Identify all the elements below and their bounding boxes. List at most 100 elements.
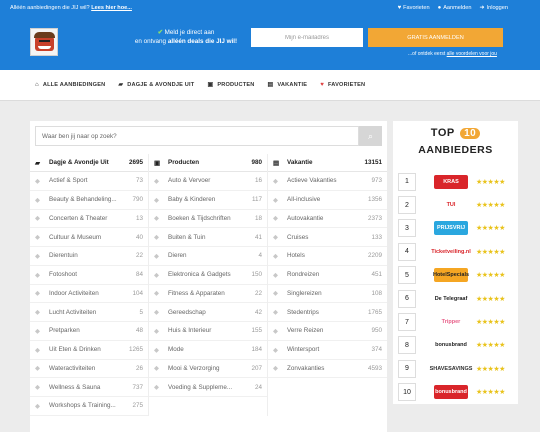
email-field[interactable] xyxy=(251,28,363,47)
category-label: Lucht Activiteiten xyxy=(49,308,97,316)
logo-mascot-grin xyxy=(38,46,51,49)
topbar-notice-link[interactable]: Lees hier hoe... xyxy=(91,5,132,11)
category-icon: ◆ xyxy=(35,384,40,392)
top10-row[interactable]: 2 TUI ★★★★★ xyxy=(398,193,515,216)
category-label: Autovakantie xyxy=(287,214,324,222)
category-row[interactable]: ◆ Pretparken 48 xyxy=(30,322,148,341)
search-input[interactable] xyxy=(35,126,359,146)
top10-row[interactable]: 4 Ticketveiling.nl ★★★★★ xyxy=(398,240,515,263)
top10-row[interactable]: 7 Tripper ★★★★★ xyxy=(398,310,515,333)
nav-item-products[interactable]: ▣ PRODUCTEN xyxy=(207,82,254,88)
category-row[interactable]: ◆ Auto & Vervoer 16 xyxy=(149,172,267,191)
advantages-link[interactable]: alle voordelen voor jou xyxy=(447,51,497,57)
nav-item-all-deals[interactable]: ⌂ ALLE AANBIEDINGEN xyxy=(35,82,105,88)
category-row[interactable]: ◆ Boeken & Tijdschriften 18 xyxy=(149,210,267,229)
category-count: 16 xyxy=(254,177,262,185)
category-label: Cultuur & Museum xyxy=(49,233,102,241)
provider-name: TUI xyxy=(446,202,456,209)
top10-row[interactable]: 1 KRAS ★★★★★ xyxy=(398,170,515,193)
rank-number: 9 xyxy=(398,359,416,378)
category-row[interactable]: ◆ All-inclusive 1356 xyxy=(268,191,387,210)
nav-item-holiday[interactable]: ▤ VAKANTIE xyxy=(268,82,308,88)
category-icon: ◆ xyxy=(273,177,278,185)
category-count: 24 xyxy=(254,383,262,391)
category-row[interactable]: ◆ Dieren 4 xyxy=(149,247,267,266)
top10-title-prefix: TOP xyxy=(430,127,455,139)
rating-stars: ★★★★★ xyxy=(476,202,505,210)
category-row[interactable]: ◆ Elektronica & Gadgets 150 xyxy=(149,266,267,285)
provider-logo: bonusbrand xyxy=(434,338,468,353)
category-row[interactable]: ◆ Fotoshoot 84 xyxy=(30,266,148,285)
category-row[interactable]: ◆ Uit Eten & Drinken 1265 xyxy=(30,341,148,360)
category-row[interactable]: ◆ Lucht Activiteiten 5 xyxy=(30,303,148,322)
provider-logo: SHAVESAVINGS xyxy=(430,361,472,376)
category-row[interactable]: ◆ Gereedschap 42 xyxy=(149,303,267,322)
top10-row[interactable]: 9 SHAVESAVINGS ★★★★★ xyxy=(398,357,515,380)
category-row[interactable]: ◆ Wintersport 374 xyxy=(268,341,387,360)
category-row[interactable]: ◆ Cruises 133 xyxy=(268,228,387,247)
category-row[interactable]: ◆ Stedentrips 1765 xyxy=(268,303,387,322)
category-icon: ◆ xyxy=(35,365,40,373)
category-icon: ◆ xyxy=(273,271,278,279)
category-row[interactable]: ◆ Concerten & Theater 13 xyxy=(30,210,148,229)
category-row[interactable]: ◆ Hotels 2209 xyxy=(268,247,387,266)
top10-row[interactable]: 5 HotelSpecials ★★★★★ xyxy=(398,264,515,287)
category-row[interactable]: ◆ Wellness & Sauna 737 xyxy=(30,378,148,397)
category-row[interactable]: ◆ Zonvakanties 4593 xyxy=(268,360,387,379)
category-row[interactable]: ◆ Cultuur & Museum 40 xyxy=(30,228,148,247)
category-column-day-out: ▰ Dagje & Avondje Uit 2695 ◆ Actief & Spo… xyxy=(30,154,149,416)
category-count: 973 xyxy=(371,177,382,185)
category-label: Fotoshoot xyxy=(49,271,78,279)
category-row[interactable]: ◆ Verre Reizen 950 xyxy=(268,322,387,341)
category-label: Voeding & Suppleme... xyxy=(168,383,233,391)
column-header[interactable]: ▣ Producten 980 xyxy=(149,154,267,172)
favorites-link[interactable]: ♥ Favorieten xyxy=(398,5,430,11)
category-row[interactable]: ◆ Autovakantie 2373 xyxy=(268,210,387,229)
top10-row[interactable]: 3 PRIJSVRIJ ★★★★★ xyxy=(398,217,515,240)
category-row[interactable]: ◆ Rondreizen 451 xyxy=(268,266,387,285)
main-nav: ⌂ ALLE AANBIEDINGEN ▰ DAGJE & AVONDJE UI… xyxy=(0,70,540,101)
provider-logo: Ticketveiling.nl xyxy=(431,244,471,259)
heart-icon: ♥ xyxy=(397,5,402,11)
subscribe-button[interactable]: GRATIS AANMELDEN xyxy=(368,28,503,47)
category-row[interactable]: ◆ Huis & Interieur 155 xyxy=(149,322,267,341)
search-button[interactable]: ⌕ xyxy=(359,126,382,146)
top10-row[interactable]: 8 bonusbrand ★★★★★ xyxy=(398,334,515,357)
register-link[interactable]: ● Aanmelden xyxy=(438,5,472,11)
login-link[interactable]: ➜ Inloggen xyxy=(480,5,509,11)
category-row[interactable]: ◆ Indoor Activiteiten 104 xyxy=(30,285,148,304)
category-row[interactable]: ◆ Singlereizen 108 xyxy=(268,285,387,304)
advantages-note: ...of ontdek eerst alle voordelen voor j… xyxy=(408,51,497,57)
promo-line2-prefix: en ontvang xyxy=(134,38,168,45)
category-row[interactable]: ◆ Dierentuin 22 xyxy=(30,247,148,266)
provider-logo: TUI xyxy=(434,198,468,213)
site-logo[interactable] xyxy=(30,28,58,56)
category-count: 451 xyxy=(371,271,382,279)
top10-row[interactable]: 10 bonusbrand ★★★★★ xyxy=(398,381,515,404)
top-bar: Alléén aanbiedingen die JIJ wil? Lees hi… xyxy=(0,0,540,16)
category-icon: ◆ xyxy=(35,402,40,410)
category-row[interactable]: ◆ Voeding & Suppleme... 24 xyxy=(149,378,267,397)
category-row[interactable]: ◆ Actieve Vakanties 973 xyxy=(268,172,387,191)
category-row[interactable]: ◆ Baby & Kinderen 117 xyxy=(149,191,267,210)
column-header[interactable]: ▰ Dagje & Avondje Uit 2695 xyxy=(30,154,148,172)
nav-item-day-out[interactable]: ▰ DAGJE & AVONDJE UIT xyxy=(118,82,194,88)
nav-item-favorites[interactable]: ♥ FAVORIETEN xyxy=(320,82,365,88)
category-row[interactable]: ◆ Mooi & Verzorging 207 xyxy=(149,360,267,379)
favorites-label: Favorieten xyxy=(403,5,430,11)
category-row[interactable]: ◆ Buiten & Tuin 41 xyxy=(149,228,267,247)
category-count: 4593 xyxy=(367,364,382,372)
provider-name: bonusbrand xyxy=(435,342,467,349)
category-row[interactable]: ◆ Wateractiviteiten 26 xyxy=(30,360,148,379)
category-row[interactable]: ◆ Fitness & Apparaten 22 xyxy=(149,285,267,304)
category-row[interactable]: ◆ Actief & Sport 73 xyxy=(30,172,148,191)
category-icon: ◆ xyxy=(35,309,40,317)
top10-row[interactable]: 6 De Telegraaf ★★★★★ xyxy=(398,287,515,310)
category-row[interactable]: ◆ Workshops & Training... 275 xyxy=(30,397,148,416)
category-icon: ◆ xyxy=(154,252,159,260)
category-row[interactable]: ◆ Mode 184 xyxy=(149,341,267,360)
category-row[interactable]: ◆ Beauty & Behandeling... 790 xyxy=(30,191,148,210)
category-count: 40 xyxy=(135,233,143,241)
category-label: Concerten & Theater xyxy=(49,214,108,222)
column-header[interactable]: ▤ Vakantie 13151 xyxy=(268,154,387,172)
